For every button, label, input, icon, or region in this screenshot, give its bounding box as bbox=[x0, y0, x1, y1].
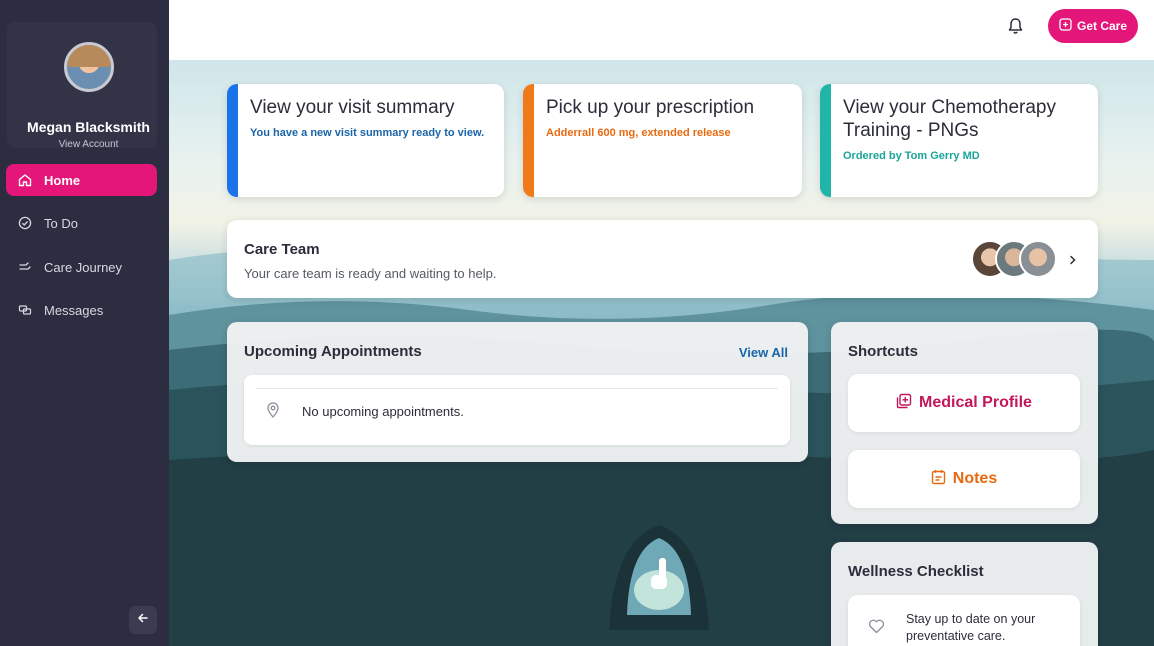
sidebar-item-messages[interactable]: Messages bbox=[6, 294, 157, 326]
card-accent-bar bbox=[523, 84, 534, 197]
empty-appointments-text: No upcoming appointments. bbox=[302, 404, 464, 419]
wellness-title: Wellness Checklist bbox=[848, 563, 984, 580]
heart-icon bbox=[868, 619, 885, 639]
prescription-card[interactable]: Pick up your prescription Adderrall 600 … bbox=[523, 84, 802, 197]
shortcut-label: Medical Profile bbox=[919, 394, 1032, 411]
notes-button[interactable]: Notes bbox=[848, 450, 1080, 508]
avatar[interactable] bbox=[64, 42, 114, 92]
get-care-label: Get Care bbox=[1076, 19, 1128, 33]
card-accent-bar bbox=[227, 84, 238, 197]
location-pin-icon bbox=[266, 402, 280, 423]
bell-icon[interactable] bbox=[1007, 17, 1024, 40]
sidebar-item-home[interactable]: Home bbox=[6, 164, 157, 196]
appointments-empty-state: No upcoming appointments. bbox=[244, 375, 790, 445]
sidebar-item-care-journey[interactable]: Care Journey bbox=[6, 251, 157, 283]
llama-cave-illustration bbox=[599, 520, 719, 630]
divider bbox=[256, 388, 778, 389]
get-care-icon bbox=[1059, 18, 1077, 34]
avatar bbox=[1019, 240, 1057, 278]
view-account-link[interactable]: View Account bbox=[7, 139, 170, 150]
collapse-sidebar-button[interactable] bbox=[129, 606, 157, 634]
care-team-subtitle: Your care team is ready and waiting to h… bbox=[244, 266, 497, 281]
medical-profile-icon bbox=[896, 393, 919, 414]
arrow-left-icon bbox=[137, 611, 149, 629]
card-accent-bar bbox=[820, 84, 831, 197]
care-team-avatars bbox=[971, 240, 1059, 278]
medical-profile-button[interactable]: Medical Profile bbox=[848, 374, 1080, 432]
shortcut-label: Notes bbox=[952, 470, 998, 487]
check-circle-icon bbox=[17, 215, 33, 231]
card-title: Pick up your prescription bbox=[546, 97, 755, 118]
sidebar-item-label: Care Journey bbox=[44, 259, 123, 275]
card-title: View your Chemotherapy Training - PNGs bbox=[843, 97, 1056, 141]
messages-icon bbox=[17, 302, 33, 318]
chemotherapy-training-card[interactable]: View your Chemotherapy Training - PNGs O… bbox=[820, 84, 1098, 197]
card-subtitle: Adderrall 600 mg, extended release bbox=[546, 127, 731, 139]
top-bar: Get Care bbox=[169, 0, 1154, 60]
user-name: Megan Blacksmith bbox=[27, 119, 150, 135]
view-all-link[interactable]: View All bbox=[739, 345, 788, 360]
sidebar-item-label: Home bbox=[44, 172, 81, 188]
wellness-checklist-panel: Wellness Checklist Stay up to date on yo… bbox=[831, 542, 1098, 646]
card-subtitle: You have a new visit summary ready to vi… bbox=[250, 127, 485, 139]
appointments-title: Upcoming Appointments bbox=[244, 343, 422, 360]
profile-card[interactable]: Megan Blacksmith View Account bbox=[7, 22, 157, 150]
chevron-right-icon[interactable] bbox=[1069, 252, 1077, 270]
care-team-title: Care Team bbox=[244, 241, 320, 258]
shortcuts-title: Shortcuts bbox=[848, 343, 919, 360]
get-care-button[interactable]: Get Care bbox=[1048, 9, 1138, 43]
sidebar-item-label: Messages bbox=[44, 302, 104, 318]
card-subtitle: Ordered by Tom Gerry MD bbox=[843, 150, 980, 162]
journey-icon bbox=[17, 259, 33, 275]
main-content: Get Care View your visit summary You hav… bbox=[169, 0, 1154, 646]
sidebar: Megan Blacksmith View Account Home To Do… bbox=[0, 0, 169, 646]
upcoming-appointments-panel: Upcoming Appointments View All No upcomi… bbox=[227, 322, 808, 462]
wellness-item-text: Stay up to date on your preventative car… bbox=[906, 612, 1036, 643]
sidebar-item-todo[interactable]: To Do bbox=[6, 207, 157, 239]
care-team-card[interactable]: Care Team Your care team is ready and wa… bbox=[227, 220, 1098, 298]
visit-summary-card[interactable]: View your visit summary You have a new v… bbox=[227, 84, 504, 197]
card-title: View your visit summary bbox=[250, 97, 455, 118]
notes-icon bbox=[931, 469, 953, 490]
sidebar-item-label: To Do bbox=[44, 215, 78, 231]
wellness-item[interactable]: Stay up to date on your preventative car… bbox=[848, 595, 1080, 646]
shortcuts-panel: Shortcuts Medical Profile Notes bbox=[831, 322, 1098, 524]
home-icon bbox=[17, 172, 33, 188]
